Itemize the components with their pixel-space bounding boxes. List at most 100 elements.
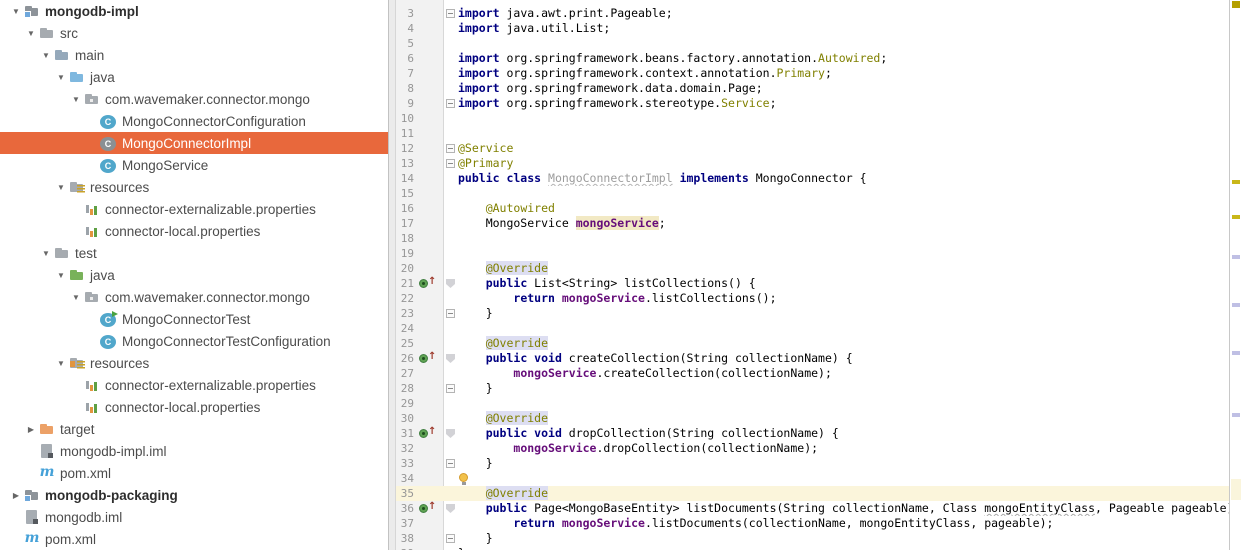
line-number[interactable]: 38 xyxy=(396,531,414,546)
code-text[interactable]: @Autowired xyxy=(458,201,1229,216)
overrides-method-icon[interactable] xyxy=(419,279,428,288)
code-text[interactable] xyxy=(458,231,1229,246)
line-number[interactable]: 21 xyxy=(396,276,414,291)
tree-item[interactable]: connector-externalizable.properties xyxy=(0,374,388,396)
line-number[interactable]: 12 xyxy=(396,141,414,156)
code-text[interactable] xyxy=(458,186,1229,201)
tree-item[interactable]: connector-local.properties xyxy=(0,396,388,418)
line-number[interactable]: 39 xyxy=(396,546,414,550)
code-text[interactable]: return mongoService.listDocuments(collec… xyxy=(458,516,1229,531)
chevron-down-icon[interactable]: ▼ xyxy=(53,359,69,368)
tree-item[interactable]: ▼test xyxy=(0,242,388,264)
line-number[interactable]: 34 xyxy=(396,471,414,486)
overrides-method-icon[interactable] xyxy=(419,504,428,513)
code-text[interactable] xyxy=(458,396,1229,411)
inspection-status-icon[interactable] xyxy=(1232,1,1240,8)
code-text[interactable]: return mongoService.listCollections(); xyxy=(458,291,1229,306)
tree-item[interactable]: CMongoService xyxy=(0,154,388,176)
tree-item[interactable]: ▼mongodb-impl xyxy=(0,0,388,22)
tree-item[interactable]: ▼java xyxy=(0,66,388,88)
chevron-down-icon[interactable]: ▼ xyxy=(23,29,39,38)
chevron-down-icon[interactable]: ▼ xyxy=(53,271,69,280)
line-number[interactable]: 20 xyxy=(396,261,414,276)
chevron-right-icon[interactable]: ▶ xyxy=(8,491,24,500)
line-number[interactable]: 37 xyxy=(396,516,414,531)
chevron-down-icon[interactable]: ▼ xyxy=(68,95,84,104)
line-number[interactable]: 3 xyxy=(396,6,414,21)
line-number[interactable]: 23 xyxy=(396,306,414,321)
code-text[interactable] xyxy=(458,111,1229,126)
code-text[interactable]: @Override xyxy=(458,336,1229,351)
line-number[interactable]: 5 xyxy=(396,36,414,51)
stripe-mark-warning[interactable] xyxy=(1232,180,1240,184)
fold-marker-icon[interactable] xyxy=(446,504,455,513)
tree-item[interactable]: connector-externalizable.properties xyxy=(0,198,388,220)
line-number[interactable]: 26 xyxy=(396,351,414,366)
code-text[interactable]: import org.springframework.data.domain.P… xyxy=(458,81,1229,96)
code-text[interactable]: public void createCollection(String coll… xyxy=(458,351,1229,366)
code-text[interactable]: } xyxy=(458,306,1229,321)
line-number[interactable]: 15 xyxy=(396,186,414,201)
tree-item[interactable]: mongodb-impl.iml xyxy=(0,440,388,462)
stripe-mark-current-line[interactable] xyxy=(1231,479,1241,500)
fold-marker-icon[interactable] xyxy=(446,384,455,393)
line-number[interactable]: 16 xyxy=(396,201,414,216)
chevron-down-icon[interactable]: ▼ xyxy=(38,51,54,60)
tree-item[interactable]: CMongoConnectorImpl xyxy=(0,132,388,154)
line-number[interactable]: 28 xyxy=(396,381,414,396)
tree-item[interactable]: ▼src xyxy=(0,22,388,44)
stripe-mark-warning[interactable] xyxy=(1232,215,1240,219)
code-text[interactable]: import java.util.List; xyxy=(458,21,1229,36)
chevron-down-icon[interactable]: ▼ xyxy=(53,183,69,192)
tree-item[interactable]: ▶target xyxy=(0,418,388,440)
line-number[interactable]: 14 xyxy=(396,171,414,186)
code-text[interactable]: } xyxy=(458,456,1229,471)
line-number[interactable]: 4 xyxy=(396,21,414,36)
fold-marker-icon[interactable] xyxy=(446,144,455,153)
chevron-down-icon[interactable]: ▼ xyxy=(53,73,69,82)
tree-item[interactable]: ▼main xyxy=(0,44,388,66)
line-number[interactable]: 17 xyxy=(396,216,414,231)
fold-marker-icon[interactable] xyxy=(446,534,455,543)
line-number[interactable]: 13 xyxy=(396,156,414,171)
fold-marker-icon[interactable] xyxy=(446,9,455,18)
code-text[interactable]: mongoService.dropCollection(collectionNa… xyxy=(458,441,1229,456)
tree-item[interactable]: mpom.xml xyxy=(0,528,388,550)
chevron-down-icon[interactable]: ▼ xyxy=(68,293,84,302)
line-number[interactable]: 10 xyxy=(396,111,414,126)
chevron-down-icon[interactable]: ▼ xyxy=(8,7,24,16)
code-text[interactable]: public List<String> listCollections() { xyxy=(458,276,1229,291)
tree-item[interactable]: ▼java xyxy=(0,264,388,286)
overrides-method-icon[interactable] xyxy=(419,429,428,438)
stripe-mark-occurrence[interactable] xyxy=(1232,351,1240,355)
fold-marker-icon[interactable] xyxy=(446,429,455,438)
fold-marker-icon[interactable] xyxy=(446,159,455,168)
code-text[interactable]: @Override xyxy=(458,486,1229,501)
line-number[interactable]: 32 xyxy=(396,441,414,456)
code-text[interactable] xyxy=(458,36,1229,51)
fold-marker-icon[interactable] xyxy=(446,459,455,468)
line-number[interactable]: 9 xyxy=(396,96,414,111)
tree-item[interactable]: ▼resources xyxy=(0,176,388,198)
tree-item[interactable]: ▼com.wavemaker.connector.mongo xyxy=(0,88,388,110)
code-text[interactable] xyxy=(458,321,1229,336)
line-number[interactable]: 19 xyxy=(396,246,414,261)
chevron-right-icon[interactable]: ▶ xyxy=(23,425,39,434)
code-text[interactable]: @Override xyxy=(458,261,1229,276)
panel-splitter[interactable] xyxy=(388,0,396,550)
fold-marker-icon[interactable] xyxy=(446,354,455,363)
line-number[interactable]: 31 xyxy=(396,426,414,441)
line-number[interactable]: 8 xyxy=(396,81,414,96)
line-number[interactable]: 11 xyxy=(396,126,414,141)
code-text[interactable]: MongoService mongoService; xyxy=(458,216,1229,231)
code-text[interactable]: public class MongoConnectorImpl implemen… xyxy=(458,171,1229,186)
code-text[interactable]: } xyxy=(458,531,1229,546)
overrides-method-icon[interactable] xyxy=(419,354,428,363)
code-text[interactable]: public Page<MongoBaseEntity> listDocumen… xyxy=(458,501,1229,516)
intention-bulb-icon[interactable] xyxy=(459,473,468,482)
tree-item[interactable]: mongodb.iml xyxy=(0,506,388,528)
line-number[interactable]: 24 xyxy=(396,321,414,336)
line-number[interactable]: 29 xyxy=(396,396,414,411)
code-text[interactable]: @Service xyxy=(458,141,1229,156)
line-number[interactable]: 35 xyxy=(396,486,414,501)
